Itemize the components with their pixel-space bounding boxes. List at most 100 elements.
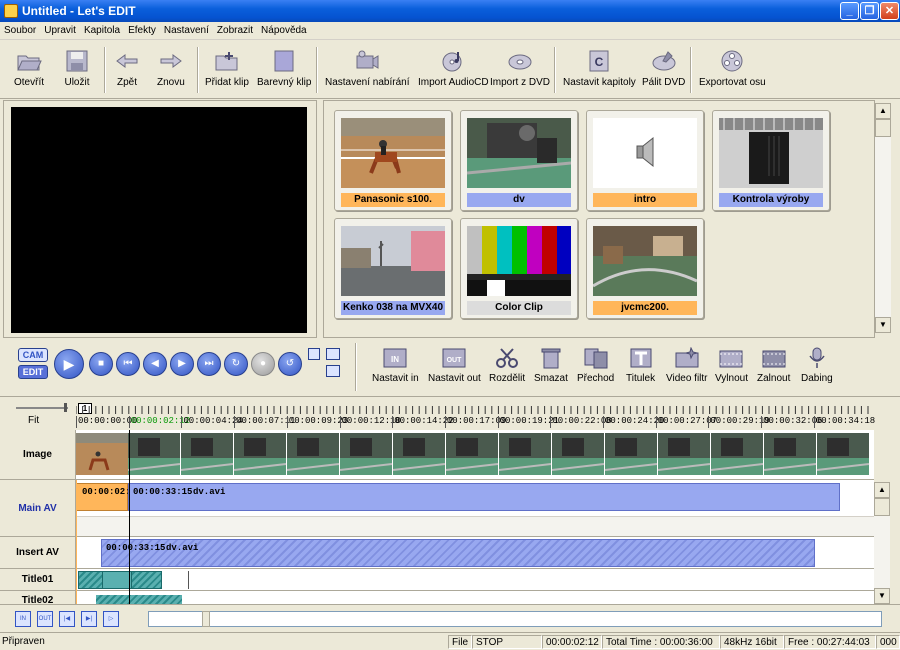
step-back-icon: ◀: [151, 358, 159, 369]
set-out-button[interactable]: OUT Nastavit out: [428, 347, 481, 384]
library-clip[interactable]: Kontrola výroby: [712, 110, 830, 211]
library-clip[interactable]: intro: [586, 110, 704, 211]
import-dvd-button[interactable]: Import z DVD: [490, 45, 550, 88]
playhead[interactable]: [129, 430, 130, 605]
scroll-thumb[interactable]: [875, 119, 891, 137]
horizontal-scrollbar[interactable]: [148, 611, 882, 627]
minimize-button[interactable]: _: [840, 2, 859, 20]
track-insert-av[interactable]: 00:00:33:15 dv.avi: [76, 537, 874, 569]
fade-out-button[interactable]: Vylnout: [715, 347, 748, 384]
menu-napoveda[interactable]: Nápověda: [257, 22, 311, 36]
dubbing-button[interactable]: Dabing: [801, 347, 833, 384]
import-audiocd-button[interactable]: Import AudioCD: [418, 45, 489, 88]
fit-button[interactable]: Fit: [28, 415, 39, 426]
play-range-button[interactable]: ▷: [103, 611, 119, 627]
menu-efekty[interactable]: Efekty: [124, 22, 160, 36]
timeline-ruler[interactable]: [76, 402, 874, 414]
clip-label: Panasonic s100.: [341, 193, 445, 207]
scroll-thumb[interactable]: [874, 498, 890, 516]
library-scrollbar[interactable]: ▲ ▼: [875, 103, 891, 333]
save-button[interactable]: Uložit: [64, 45, 90, 88]
menu-bar: Soubor Upravit Kapitola Efekty Nastavení Zobr…: [0, 22, 900, 40]
track-title01[interactable]: [76, 569, 874, 591]
capture-settings-button[interactable]: Nastavení nabírání: [325, 45, 410, 88]
track-label-title02: Title02: [0, 591, 76, 605]
split-view-button[interactable]: [326, 365, 340, 377]
split-button[interactable]: Rozdělit: [489, 347, 525, 384]
library-clip[interactable]: Kenko 038 na MVX40: [334, 218, 452, 319]
track-image[interactable]: [76, 430, 874, 480]
go-in-button[interactable]: |◀: [59, 611, 75, 627]
horizontal-scroll-thumb[interactable]: [202, 611, 210, 627]
library-clip[interactable]: Color Clip: [460, 218, 578, 319]
go-start-button[interactable]: ⏮: [116, 352, 140, 376]
cam-mode-button[interactable]: CAM: [18, 348, 48, 362]
mark-in-button[interactable]: IN: [15, 611, 31, 627]
mark-out-button[interactable]: OUT: [37, 611, 53, 627]
timecode-tick: [655, 416, 657, 428]
video-filter-button[interactable]: Video filtr: [666, 347, 708, 384]
edit-mode-button[interactable]: EDIT: [18, 365, 48, 379]
scroll-up-arrow-icon[interactable]: ▲: [875, 103, 891, 119]
dubbing-label: Dabing: [801, 373, 833, 384]
redo-button[interactable]: Znovu: [157, 45, 185, 88]
in-point-line: [76, 480, 77, 605]
timeline-scrollbar[interactable]: ▲ ▼: [874, 482, 890, 604]
set-in-button[interactable]: IN Nastavit in: [372, 347, 419, 384]
image-filmstrip: [76, 433, 870, 475]
import-dvd-label: Import z DVD: [490, 77, 551, 88]
undo-arrow-icon: [116, 54, 138, 68]
step-back-button[interactable]: ◀: [143, 352, 167, 376]
window-title: Untitled - Let's EDIT: [22, 4, 136, 18]
go-end-button[interactable]: ⏭: [197, 352, 221, 376]
zoom-slider-thumb[interactable]: [64, 403, 67, 412]
delete-button[interactable]: Smazat: [534, 347, 568, 384]
go-out-button[interactable]: ▶|: [81, 611, 97, 627]
close-button[interactable]: ✕: [880, 2, 899, 20]
library-clip[interactable]: jvcmc200.: [586, 218, 704, 319]
set-chapters-button[interactable]: C Nastavit kapitoly: [563, 45, 636, 88]
loop-button[interactable]: ↻: [224, 352, 248, 376]
export-axis-button[interactable]: Exportovat osu: [699, 45, 766, 88]
stop-button[interactable]: ■: [89, 352, 113, 376]
track-main-av[interactable]: 00:00:02: 00:00:33:15 dv.avi: [76, 480, 874, 537]
scroll-up-arrow-icon[interactable]: ▲: [874, 482, 890, 498]
library-clip[interactable]: Panasonic s100.: [334, 110, 452, 211]
step-forward-button[interactable]: ▶: [170, 352, 194, 376]
small-view-button[interactable]: [308, 348, 320, 360]
transition-button[interactable]: Přechod: [577, 347, 614, 384]
main-av-audio-lane[interactable]: [76, 516, 874, 536]
fade-in-button[interactable]: Zalnout: [757, 347, 790, 384]
insert-av-clip[interactable]: 00:00:33:15 dv.avi: [101, 539, 815, 567]
undo-button[interactable]: Zpět: [114, 45, 140, 88]
title-bar: Untitled - Let's EDIT _ ❐ ✕: [0, 0, 900, 22]
add-folder-icon: [215, 52, 238, 71]
clip-time: 00:00:02:: [82, 487, 131, 497]
burn-dvd-button[interactable]: Pálit DVD: [642, 45, 685, 88]
scroll-down-arrow-icon[interactable]: ▼: [874, 588, 890, 604]
main-av-clip[interactable]: 00:00:33:15 dv.avi: [128, 483, 840, 511]
scroll-down-arrow-icon[interactable]: ▼: [875, 317, 891, 333]
menu-nastaveni[interactable]: Nastavení: [160, 22, 213, 36]
track-title02[interactable]: [76, 591, 874, 605]
main-av-clip-selected[interactable]: 00:00:02:: [76, 483, 131, 511]
title-button[interactable]: Titulek: [626, 347, 655, 384]
maximize-button[interactable]: ❐: [860, 2, 879, 20]
library-clip[interactable]: dv: [460, 110, 578, 211]
open-button[interactable]: Otevřít: [14, 45, 44, 88]
fullscreen-button[interactable]: [326, 348, 340, 360]
menu-kapitola[interactable]: Kapitola: [80, 22, 124, 36]
rewind-icon: ↺: [285, 358, 295, 369]
add-clip-button[interactable]: Přidat klip: [205, 45, 249, 88]
clip-library: Panasonic s100. dv intro Kontrola výroby…: [323, 100, 875, 338]
record-icon: ●: [259, 358, 267, 369]
zoom-slider[interactable]: [16, 407, 68, 409]
fade-in-label: Zalnout: [757, 373, 791, 384]
menu-zobrazit[interactable]: Zobrazit: [213, 22, 257, 36]
play-button[interactable]: ▶: [54, 349, 84, 379]
rewind-button[interactable]: ↺: [278, 352, 302, 376]
menu-soubor[interactable]: Soubor: [0, 22, 40, 36]
record-button[interactable]: ●: [251, 352, 275, 376]
menu-upravit[interactable]: Upravit: [40, 22, 80, 36]
color-clip-button[interactable]: Barevný klip: [257, 45, 311, 88]
